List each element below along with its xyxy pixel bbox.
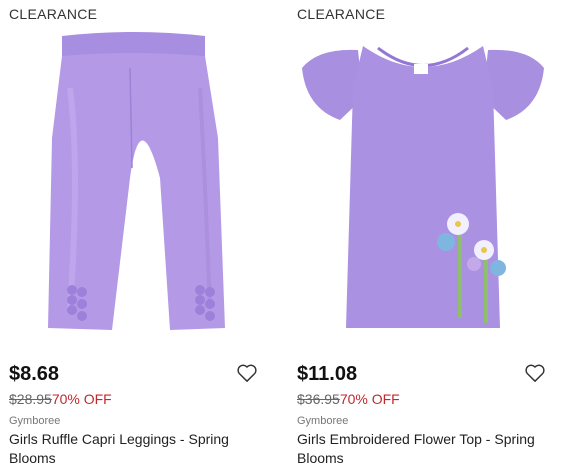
original-price: $28.95 [9,391,52,407]
product-card[interactable]: CLEARANCE $8.68 $28.9570% OFF Gymboree G… [0,0,270,470]
brand-name: Gymboree [297,415,349,427]
clearance-badge: CLEARANCE [297,6,386,22]
price-row: $36.9570% OFF [297,391,400,407]
discount-label: 70% OFF [339,391,400,407]
discount-label: 70% OFF [51,391,112,407]
product-title[interactable]: Girls Embroidered Flower Top - Spring Bl… [297,430,552,468]
clearance-badge: CLEARANCE [9,6,98,22]
product-image-leggings[interactable] [0,28,270,348]
product-title[interactable]: Girls Ruffle Capri Leggings - Spring Blo… [9,430,264,468]
heart-outline-icon[interactable] [236,363,258,383]
original-price: $36.95 [297,391,340,407]
price-row: $28.9570% OFF [9,391,112,407]
brand-name: Gymboree [9,415,61,427]
product-image-top[interactable] [288,28,558,348]
leggings-illustration [48,32,225,330]
heart-outline-icon[interactable] [524,363,546,383]
sale-price: $11.08 [297,363,358,385]
product-card[interactable]: CLEARANCE $11.08 $36.9570% OFF Gymboree … [288,0,558,470]
top-illustration [302,46,544,328]
sale-price: $8.68 [9,363,60,385]
